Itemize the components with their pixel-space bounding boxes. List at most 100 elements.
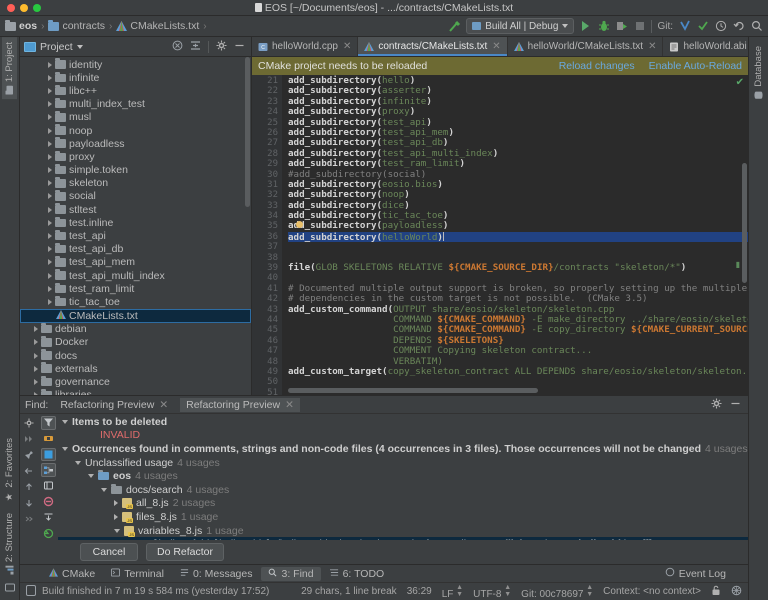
chevron-down-icon[interactable] (62, 447, 68, 451)
rollback-icon[interactable] (732, 20, 745, 33)
chevron-right-icon[interactable] (48, 101, 52, 107)
chevron-down-icon[interactable] (88, 474, 94, 478)
chevron-right-icon[interactable] (48, 114, 52, 120)
editor-tab-0[interactable]: ChelloWorld.cpp✕ (252, 37, 358, 56)
chevron-down-icon[interactable] (114, 529, 120, 533)
tree-item[interactable]: docs (20, 349, 251, 362)
chevron-down-icon[interactable] (75, 461, 81, 465)
sidebar-item-project[interactable]: 1: Project (2, 37, 17, 99)
chevron-right-icon[interactable] (34, 339, 38, 345)
close-window-button[interactable] (7, 4, 15, 12)
find-result-row[interactable]: Items to be deleted (58, 415, 748, 429)
tree-item[interactable]: proxy (20, 150, 251, 163)
code-line[interactable]: add_subdirectory(payloadless) (288, 221, 748, 231)
chevron-down-icon[interactable] (77, 45, 83, 49)
build-hammer-icon[interactable] (448, 20, 461, 33)
chevron-right-icon[interactable] (34, 392, 38, 395)
sidebar-item-structure[interactable]: 2: Structure (2, 508, 17, 579)
find-results-tree[interactable]: Items to be deletedINVALIDOccurrences fo… (58, 414, 748, 540)
maximize-window-button[interactable] (33, 4, 41, 12)
tree-item[interactable]: debian (20, 323, 251, 336)
chevron-right-icon[interactable] (48, 246, 52, 252)
chevron-down-icon[interactable] (101, 488, 107, 492)
group-by-file-icon[interactable] (41, 479, 56, 493)
tree-item[interactable]: musl (20, 111, 251, 124)
chevron-right-icon[interactable] (48, 233, 52, 239)
editor-vertical-scrollbar[interactable] (742, 163, 747, 283)
do-refactor-button[interactable]: Do Refactor (146, 543, 224, 561)
tree-item[interactable]: stltest (20, 203, 251, 216)
find-result-row[interactable]: docs/search4 usages (58, 483, 748, 497)
tree-item[interactable]: test_api_multi_index (20, 269, 251, 282)
inspection-icon[interactable] (731, 585, 742, 599)
tree-item[interactable]: test.inline (20, 216, 251, 229)
exclude-icon[interactable] (41, 495, 56, 509)
tree-item[interactable]: libc++ (20, 84, 251, 97)
chevron-right-icon[interactable] (48, 167, 52, 173)
chevron-right-icon[interactable] (48, 62, 52, 68)
settings-gear-icon[interactable] (711, 398, 722, 412)
chevron-double-icon[interactable] (22, 512, 37, 526)
tree-item[interactable]: externals (20, 362, 251, 375)
group-by-module-icon[interactable] (41, 448, 56, 462)
tree-item[interactable]: infinite (20, 71, 251, 84)
chevron-right-icon[interactable] (48, 193, 52, 199)
chevron-right-icon[interactable] (48, 141, 52, 147)
commit-icon[interactable] (696, 20, 709, 33)
tree-item-selected[interactable]: CMakeLists.txt (20, 309, 251, 323)
tree-item[interactable]: test_ram_limit (20, 282, 251, 295)
editor-tab-1[interactable]: contracts/CMakeLists.txt✕ (358, 37, 507, 56)
update-project-icon[interactable] (678, 20, 691, 33)
tab-terminal[interactable]: Terminal (104, 567, 171, 581)
code-line[interactable]: add_custom_target(copy_skeleton_contract… (288, 367, 748, 377)
breadcrumb-item-contracts[interactable]: contracts (48, 20, 105, 32)
close-icon[interactable]: ✕ (159, 399, 168, 411)
preview-usages-icon[interactable] (41, 432, 56, 446)
chevron-right-icon[interactable] (34, 326, 38, 332)
status-git-branch[interactable]: Git: 00c78697 ▲▼ (521, 584, 593, 600)
minimize-window-button[interactable] (20, 4, 28, 12)
find-result-row[interactable]: files_8.js1 usage (58, 510, 748, 524)
chevron-right-icon[interactable] (48, 273, 52, 279)
close-icon[interactable]: ✕ (648, 41, 656, 52)
close-icon[interactable]: ✕ (285, 399, 294, 411)
tab-cmake[interactable]: CMake (42, 567, 102, 581)
tree-item[interactable]: test_api_mem (20, 256, 251, 269)
find-tab-refactoring-preview-1[interactable]: Refactoring Preview ✕ (54, 398, 174, 412)
reload-changes-link[interactable]: Reload changes (559, 60, 635, 72)
tree-item[interactable]: noop (20, 124, 251, 137)
tree-item[interactable]: identity (20, 58, 251, 71)
chevron-right-icon[interactable] (48, 220, 52, 226)
cancel-button[interactable]: Cancel (80, 543, 138, 561)
chevron-right-icon[interactable] (48, 259, 52, 265)
chevron-right-icon[interactable] (34, 353, 38, 359)
run-with-coverage-icon[interactable] (615, 20, 628, 33)
chevron-right-icon[interactable] (34, 366, 38, 372)
code-content[interactable]: add_subdirectory(hello)add_subdirectory(… (282, 75, 748, 395)
breadcrumb-item-eos[interactable]: eos (5, 20, 37, 32)
hide-panel-icon[interactable] (730, 398, 741, 412)
tree-item[interactable]: skeleton (20, 177, 251, 190)
tree-item[interactable]: Docker (20, 336, 251, 349)
arrow-up-icon[interactable] (22, 480, 37, 494)
run-configuration-selector[interactable]: Build All | Debug (466, 18, 574, 34)
history-icon[interactable] (714, 20, 727, 33)
settings-gear-icon[interactable] (22, 416, 37, 430)
status-caret-position[interactable]: 36:29 (407, 586, 432, 597)
collapse-all-icon[interactable] (172, 40, 183, 54)
close-icon[interactable]: ✕ (492, 41, 500, 52)
debug-icon[interactable] (597, 20, 610, 33)
chevron-right-icon[interactable] (48, 286, 52, 292)
tree-item[interactable]: multi_index_test (20, 98, 251, 111)
filter-icon[interactable] (41, 416, 56, 430)
chevron-right-icon[interactable] (114, 500, 118, 506)
project-tree[interactable]: identityinfinitelibc++multi_index_testmu… (20, 57, 251, 395)
close-icon[interactable]: ✕ (343, 41, 351, 52)
chevron-right-icon[interactable] (34, 379, 38, 385)
event-log-button[interactable]: Event Log (665, 567, 726, 580)
chevron-right-icon[interactable] (48, 207, 52, 213)
code-editor[interactable]: 2122232425262728293031323334353637383940… (252, 75, 748, 395)
breadcrumb-item-cmakelists[interactable]: CMakeLists.txt (116, 20, 199, 32)
search-everywhere-icon[interactable] (750, 20, 763, 33)
tab-messages[interactable]: 0: Messages (173, 567, 260, 581)
